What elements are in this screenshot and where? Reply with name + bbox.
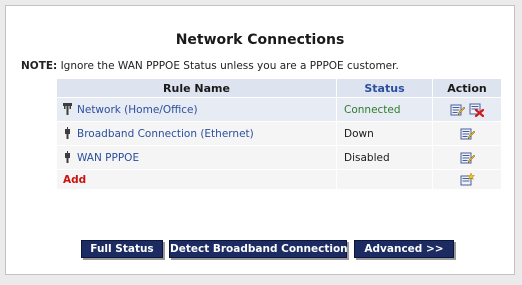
status-cell: Connected <box>337 98 432 121</box>
page-title: Network Connections <box>175 32 345 48</box>
button-bar: Full Status Detect Broadband Connection … <box>6 240 514 260</box>
rule-link-broadband[interactable]: Broadband Connection (Ethernet) <box>77 128 254 140</box>
table-row-add: Add <box>57 170 501 189</box>
rule-link-wan-pppoe[interactable]: WAN PPPOE <box>77 152 139 164</box>
network-connections-panel: Network Connections NOTE: Ignore the WAN… <box>5 5 515 275</box>
delete-icon[interactable] <box>469 103 484 117</box>
header-action: Action <box>433 79 501 97</box>
add-icon[interactable] <box>460 172 475 187</box>
advanced-button[interactable]: Advanced >> <box>354 240 454 258</box>
note-body: Ignore the WAN PPPOE Status unless you a… <box>57 60 399 72</box>
table-header-row: Rule Name Status Action <box>57 79 501 97</box>
edit-icon[interactable] <box>450 103 465 117</box>
rule-name-cell: Broadband Connection (Ethernet) <box>57 122 336 145</box>
action-cell <box>433 146 501 169</box>
detect-broadband-button[interactable]: Detect Broadband Connection <box>169 240 348 258</box>
add-link[interactable]: Add <box>63 174 86 186</box>
status-cell: Disabled <box>337 146 432 169</box>
note-label: NOTE: <box>21 60 58 72</box>
plug-icon <box>65 127 70 139</box>
header-rule-name: Rule Name <box>57 79 336 97</box>
rule-name-cell: WAN PPPOE <box>57 146 336 169</box>
action-cell <box>433 170 501 189</box>
full-status-button[interactable]: Full Status <box>81 240 163 258</box>
network-plug-icon <box>63 103 72 115</box>
plug-icon <box>65 151 70 163</box>
edit-icon[interactable] <box>460 151 475 165</box>
header-status: Status <box>337 79 432 97</box>
rule-name-cell: Network (Home/Office) <box>57 98 336 121</box>
action-cell <box>433 98 501 121</box>
add-cell: Add <box>57 170 336 189</box>
table-row: Network (Home/Office) Connected <box>57 98 501 121</box>
note-text: NOTE: Ignore the WAN PPPOE Status unless… <box>21 60 399 72</box>
action-cell <box>433 122 501 145</box>
table-row: WAN PPPOE Disabled <box>57 146 501 169</box>
table-row: Broadband Connection (Ethernet) Down <box>57 122 501 145</box>
status-cell: Down <box>337 122 432 145</box>
rules-table: Rule Name Status Action Network (Home/Of… <box>56 78 502 190</box>
rule-link-network[interactable]: Network (Home/Office) <box>77 104 198 116</box>
empty-status-cell <box>337 170 432 189</box>
edit-icon[interactable] <box>460 127 475 141</box>
